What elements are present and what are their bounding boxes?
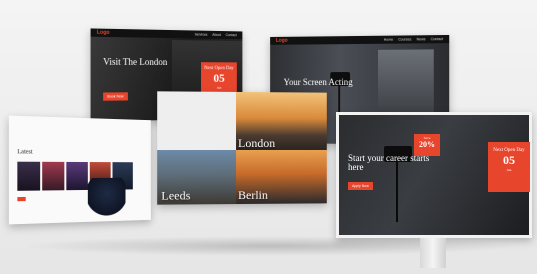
- apply-now-button[interactable]: Apply Now: [348, 182, 373, 190]
- hero-title: Your Screen Acting: [283, 77, 353, 88]
- monitor-screen: Start your career starts here Apply Now …: [336, 112, 532, 238]
- hero-title: Start your career starts here: [348, 153, 430, 173]
- city-label-london: London: [238, 135, 276, 151]
- nav-link-home[interactable]: Home: [384, 38, 393, 42]
- hero-title: Visit The London: [103, 56, 168, 67]
- brand-logo[interactable]: Logo: [276, 38, 288, 44]
- city-collage: London Leeds Berlin: [157, 91, 327, 205]
- badge-value: 20%: [419, 140, 435, 149]
- promo-day: 05: [213, 71, 225, 85]
- top-nav: Logo Home Courses News Contact: [270, 34, 450, 45]
- nav-link-services[interactable]: Services: [195, 32, 208, 36]
- nav-link-news[interactable]: News: [417, 37, 426, 41]
- city-label-berlin: Berlin: [238, 187, 268, 203]
- discount-badge: Save 20%: [414, 134, 440, 156]
- monitor-stand: [420, 238, 446, 268]
- promo-month: Jun: [506, 168, 512, 172]
- gallery-button[interactable]: [17, 196, 26, 202]
- website-mockup-gallery: Latest: [8, 115, 151, 225]
- nav-link-courses[interactable]: Courses: [398, 37, 411, 41]
- open-day-promo: Next Open Day 05 Jun: [488, 142, 530, 192]
- section-heading: Latest: [17, 149, 33, 156]
- brand-logo[interactable]: Logo: [97, 30, 110, 36]
- promo-day: 05: [503, 153, 515, 167]
- nav-link-contact[interactable]: Contact: [226, 33, 237, 37]
- nav-link-contact[interactable]: Contact: [431, 37, 443, 41]
- book-now-button[interactable]: Book Now: [103, 92, 128, 101]
- showcase-stage: Logo Services About Contact Visit The Lo…: [0, 0, 537, 274]
- city-label-leeds: Leeds: [161, 188, 191, 203]
- promo-month: Jun: [216, 85, 222, 90]
- nav-link-about[interactable]: About: [212, 33, 221, 37]
